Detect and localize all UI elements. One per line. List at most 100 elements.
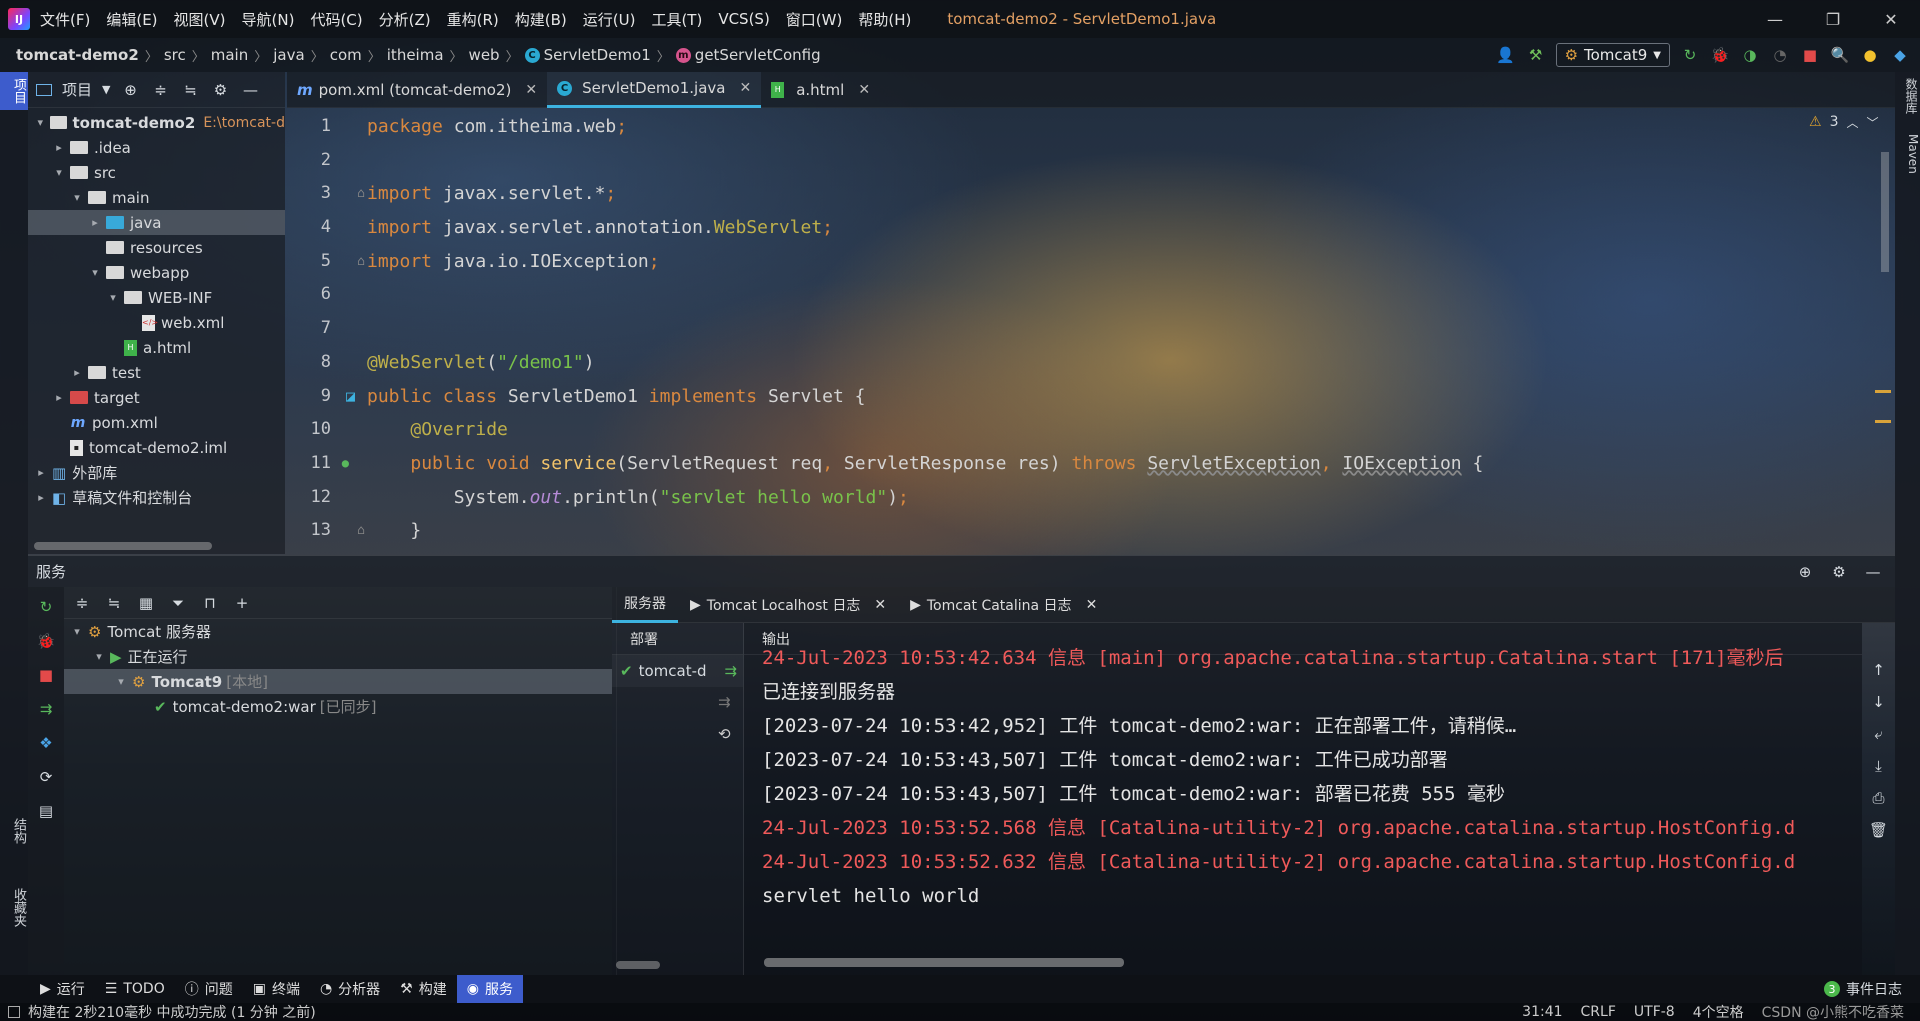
filter-icon[interactable]: ⏷ bbox=[168, 593, 188, 613]
deploy-icon[interactable]: ⇉ bbox=[36, 699, 56, 719]
trash-icon[interactable]: 🗑 bbox=[1869, 820, 1889, 840]
gear-icon[interactable]: ⚙ bbox=[1829, 562, 1849, 582]
tool-window-tab[interactable]: ⓘ 问题 bbox=[175, 975, 243, 1003]
structure-tool-tab[interactable]: 结构 bbox=[0, 812, 28, 850]
services-tab[interactable]: ▶ Tomcat Catalina 日志 ✕ bbox=[898, 587, 1109, 623]
menu-item[interactable]: 构建(B) bbox=[515, 9, 567, 30]
horizontal-scrollbar[interactable] bbox=[34, 542, 212, 550]
build-hammer-icon[interactable]: ⚒ bbox=[1526, 45, 1546, 65]
chevron-up-icon[interactable]: ︿ bbox=[1846, 114, 1858, 131]
menu-item[interactable]: VCS(S) bbox=[718, 10, 769, 28]
menu-item[interactable]: 分析(Z) bbox=[379, 9, 431, 30]
tree-item[interactable]: Ha.html bbox=[28, 335, 285, 360]
tree-item[interactable]: ▸ target bbox=[28, 385, 285, 410]
stop-icon[interactable]: ■ bbox=[1800, 45, 1820, 65]
tree-item[interactable]: resources bbox=[28, 235, 285, 260]
code-editor[interactable]: package com.itheima.web; import javax.se… bbox=[367, 110, 1807, 554]
indent-setting[interactable]: 4个空格 bbox=[1693, 1002, 1744, 1021]
favorites-tool-tab[interactable]: 收藏夹 bbox=[0, 882, 28, 933]
gear-icon[interactable]: ⚙ bbox=[210, 80, 230, 100]
tree-item[interactable]: ▾ WEB-INF bbox=[28, 285, 285, 310]
expand-all-icon[interactable]: ≑ bbox=[150, 80, 170, 100]
update-icon[interactable]: ● bbox=[1860, 45, 1880, 65]
horizontal-scrollbar[interactable] bbox=[616, 961, 660, 969]
breadcrumb-item[interactable]: java bbox=[273, 46, 304, 64]
menu-item[interactable]: 工具(T) bbox=[651, 9, 702, 30]
menu-item[interactable]: 文件(F) bbox=[40, 9, 90, 30]
sync-icon[interactable]: ⟲ bbox=[718, 725, 731, 743]
database-tool-tab[interactable]: 数据库 bbox=[1895, 72, 1920, 120]
collapse-arrow-icon[interactable]: ▸ bbox=[34, 491, 48, 504]
service-tree-item[interactable]: ▾ ▶ 正在运行 bbox=[64, 644, 612, 669]
tree-item[interactable]: ▪ tomcat-demo2.iml bbox=[28, 435, 285, 460]
cursor-position[interactable]: 31:41 bbox=[1522, 1004, 1562, 1020]
profile-icon[interactable]: ◔ bbox=[1770, 45, 1790, 65]
tree-item[interactable]: ▸ java bbox=[28, 210, 285, 235]
close-tab-icon[interactable]: ✕ bbox=[874, 597, 886, 613]
ide-logo-icon[interactable]: ◆ bbox=[1890, 45, 1910, 65]
close-tab-icon[interactable]: ✕ bbox=[858, 82, 870, 98]
close-tab-icon[interactable]: ✕ bbox=[739, 80, 751, 96]
hide-icon[interactable]: — bbox=[240, 80, 260, 100]
expand-arrow-icon[interactable]: ▾ bbox=[88, 266, 102, 279]
maven-tool-tab[interactable]: Maven bbox=[1895, 128, 1920, 180]
editor-tab[interactable]: Ha.html ✕ bbox=[761, 72, 880, 108]
breadcrumb-item[interactable]: C ServletDemo1 bbox=[524, 46, 651, 64]
service-tree-item[interactable]: ▾ ⚙ Tomcat9 [本地] bbox=[64, 669, 612, 694]
fold-marker-icon[interactable]: ⌂ bbox=[357, 177, 365, 211]
status-panel-icon[interactable] bbox=[8, 1006, 20, 1018]
group-icon[interactable]: ▦ bbox=[136, 593, 156, 613]
warnings-count[interactable]: 3 bbox=[1830, 114, 1839, 130]
tree-item[interactable]: ▸ test bbox=[28, 360, 285, 385]
minimize-icon[interactable]: — bbox=[1746, 10, 1804, 29]
fold-marker-icon[interactable]: ⌂ bbox=[357, 514, 365, 548]
close-tab-icon[interactable]: ✕ bbox=[1086, 597, 1098, 613]
search-icon[interactable]: 🔍 bbox=[1830, 45, 1850, 65]
collapse-arrow-icon[interactable]: ▸ bbox=[52, 391, 66, 404]
horizontal-scrollbar[interactable] bbox=[764, 958, 1124, 967]
user-icon[interactable]: 👤 bbox=[1496, 45, 1516, 65]
expand-all-icon[interactable]: ≑ bbox=[72, 593, 92, 613]
scroll-down-icon[interactable]: ↓ bbox=[1869, 692, 1889, 712]
rerun-icon[interactable]: ↻ bbox=[1680, 45, 1700, 65]
close-tab-icon[interactable]: ✕ bbox=[525, 82, 537, 98]
services-tab[interactable]: ▶ Tomcat Localhost 日志 ✕ bbox=[678, 587, 898, 623]
collapse-all-icon[interactable]: ≒ bbox=[104, 593, 124, 613]
tree-item[interactable]: ▾ src bbox=[28, 160, 285, 185]
stop-icon[interactable]: ■ bbox=[36, 665, 56, 685]
debug-icon[interactable]: 🐞 bbox=[36, 631, 56, 651]
run-configuration-select[interactable]: ⚙ Tomcat9 ▼ bbox=[1555, 43, 1670, 67]
tool-window-tab[interactable]: ⚒ 构建 bbox=[390, 975, 457, 1003]
menu-item[interactable]: 运行(U) bbox=[583, 9, 636, 30]
breadcrumb-item[interactable]: main bbox=[211, 46, 248, 64]
scroll-up-icon[interactable]: ↑ bbox=[1869, 660, 1889, 680]
breadcrumb-item[interactable]: itheima bbox=[387, 46, 444, 64]
tree-item[interactable]: ▸ ▥ 外部库 bbox=[28, 460, 285, 485]
service-tree-item[interactable]: ✔ tomcat-demo2:war [已同步] bbox=[64, 694, 612, 719]
menu-item[interactable]: 帮助(H) bbox=[858, 9, 911, 30]
expand-arrow-icon[interactable]: ▾ bbox=[106, 291, 120, 304]
warning-stripe-marker[interactable] bbox=[1875, 420, 1891, 423]
soft-wrap-icon[interactable]: ⤶ bbox=[1869, 724, 1889, 744]
print-icon[interactable]: ⎙ bbox=[1869, 788, 1889, 808]
tree-item[interactable]: ▾ main bbox=[28, 185, 285, 210]
project-panel-title[interactable]: 项目 bbox=[62, 79, 92, 100]
collapse-arrow-icon[interactable]: ▸ bbox=[70, 366, 84, 379]
tool-window-tab[interactable]: ◉ 服务 bbox=[456, 975, 523, 1003]
expand-arrow-icon[interactable]: ▾ bbox=[70, 191, 84, 204]
breadcrumb-item[interactable]: m getServletConfig bbox=[675, 46, 821, 64]
editor-scrollbar[interactable] bbox=[1881, 152, 1889, 272]
tree-item[interactable]: ▾ webapp bbox=[28, 260, 285, 285]
project-tool-tab[interactable]: 项目 bbox=[0, 72, 28, 110]
warning-stripe-marker[interactable] bbox=[1875, 390, 1891, 393]
collapse-arrow-icon[interactable]: ▸ bbox=[34, 466, 48, 479]
file-encoding[interactable]: UTF-8 bbox=[1634, 1004, 1675, 1020]
menu-item[interactable]: 视图(V) bbox=[174, 9, 226, 30]
output-console[interactable]: 输出 24-Jul-2023 10:53:42.634 信息 [main] or… bbox=[744, 623, 1862, 975]
menu-item[interactable]: 代码(C) bbox=[310, 9, 362, 30]
close-icon[interactable]: ✕ bbox=[1862, 10, 1920, 29]
globe-icon[interactable]: ⊕ bbox=[1795, 562, 1815, 582]
tool-window-tab[interactable]: ◔ 分析器 bbox=[310, 975, 390, 1003]
tree-item[interactable]: ▸ ◧ 草稿文件和控制台 bbox=[28, 485, 285, 510]
add-service-icon[interactable]: + bbox=[232, 593, 252, 613]
